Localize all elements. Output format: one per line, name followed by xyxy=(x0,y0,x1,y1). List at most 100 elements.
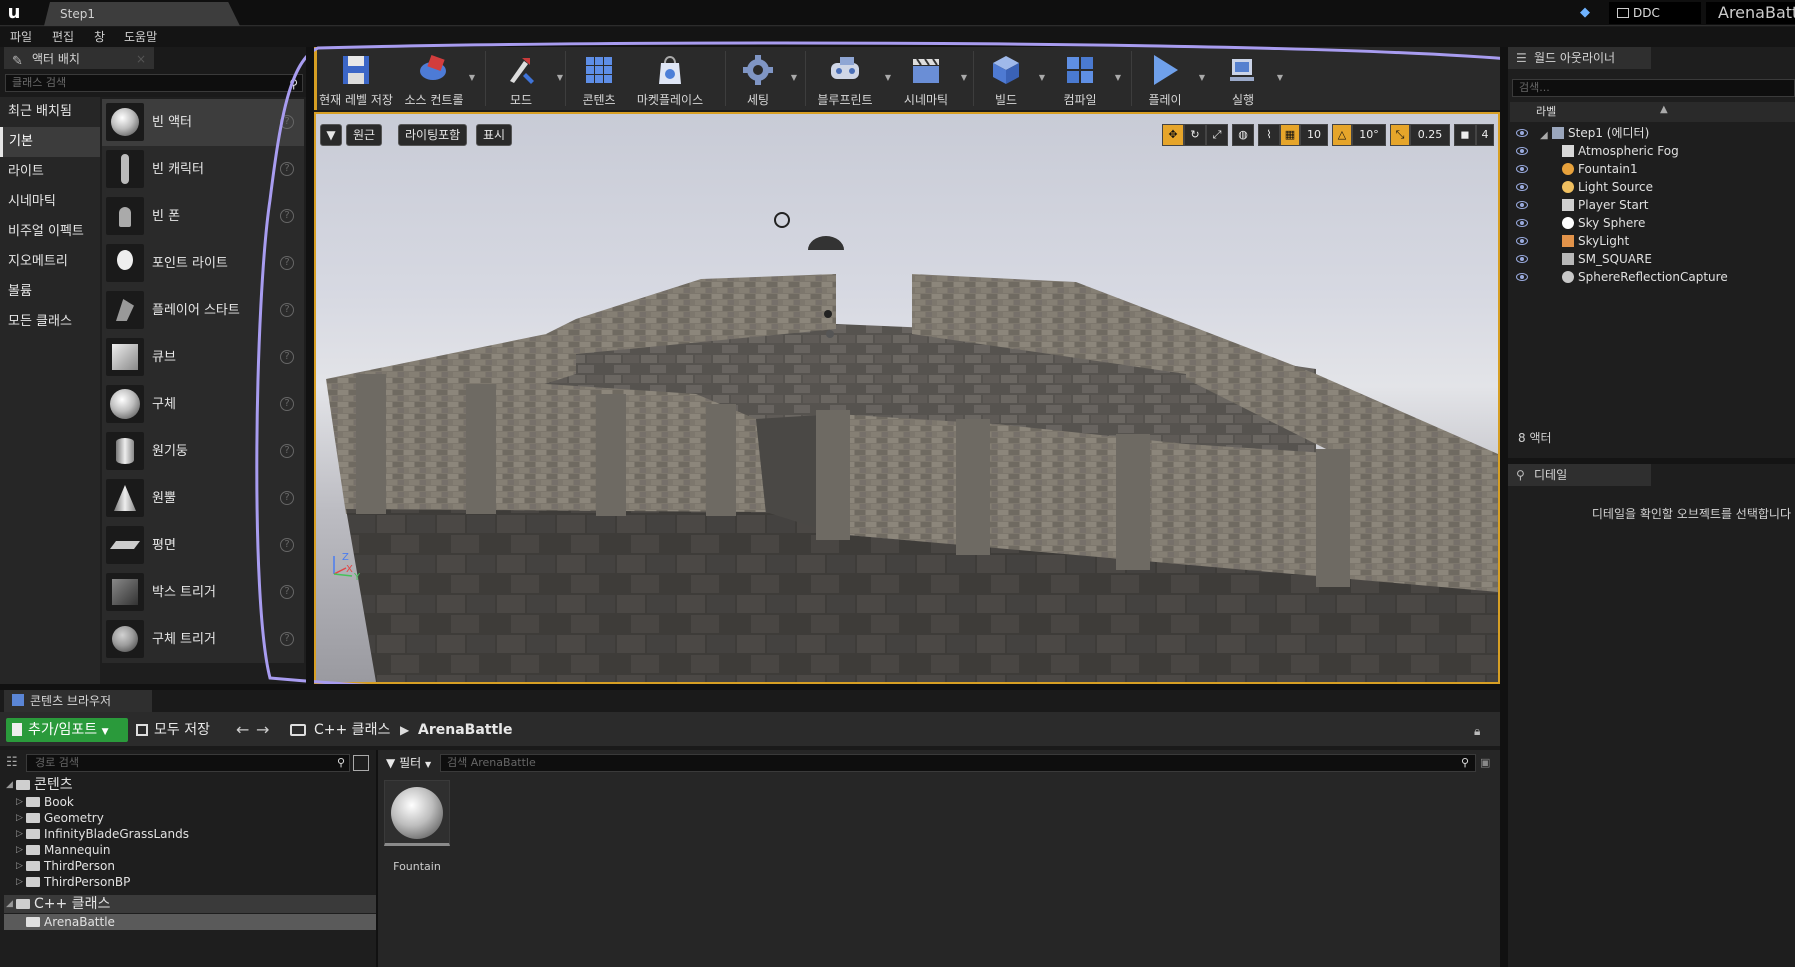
outliner-row[interactable]: Atmospheric Fog xyxy=(1510,142,1795,160)
folder-icon xyxy=(26,829,40,839)
expand-arrow-icon[interactable]: ▷ xyxy=(16,810,23,826)
filter-button[interactable]: ▼ 필터 ▼ xyxy=(386,754,431,772)
tree-item-folder[interactable]: ▷ Mannequin xyxy=(0,842,376,858)
tree-item-arenabattle[interactable]: ArenaBattle xyxy=(4,914,376,930)
tree-item-folder[interactable]: ▷ Geometry xyxy=(0,810,376,826)
outliner-search-input[interactable]: 검색... xyxy=(1512,79,1795,97)
chevron-down-icon: ▼ xyxy=(101,727,109,737)
breadcrumb-cpp-classes[interactable]: C++ 클래스 xyxy=(290,718,390,742)
forward-arrow-icon[interactable]: → xyxy=(256,720,269,739)
player-start-icon xyxy=(1562,199,1574,211)
details-search-icon: ⚲ xyxy=(1516,468,1525,482)
visibility-eye-icon[interactable] xyxy=(1516,183,1528,191)
asset-search-placeholder: 검색 ArenaBattle xyxy=(447,756,536,769)
outliner-row[interactable]: Sky Sphere xyxy=(1510,214,1795,232)
visibility-eye-icon[interactable] xyxy=(1516,273,1528,281)
folder-icon xyxy=(290,724,306,736)
actor-icon xyxy=(1562,163,1574,175)
save-search-icon[interactable]: ▣ xyxy=(1480,756,1490,769)
expand-arrow-icon[interactable]: ▷ xyxy=(16,858,23,874)
filter-label: 필터 xyxy=(399,756,422,770)
chevron-down-icon: ▼ xyxy=(424,760,432,769)
sky-light-icon xyxy=(1562,235,1574,247)
sun-light-icon xyxy=(1562,181,1574,193)
content-browser-toolbar xyxy=(0,712,1500,746)
tab-world-outliner[interactable]: ☰ 월드 아웃라이너 xyxy=(1508,47,1651,69)
tree-item-content[interactable]: ◢ 콘텐츠 xyxy=(0,776,376,794)
new-file-icon xyxy=(12,723,22,736)
search-icon: ⚲ xyxy=(336,756,345,769)
outliner-row[interactable]: ◢ Step1 (에디터) xyxy=(1510,124,1795,142)
folder-icon xyxy=(16,899,30,909)
outliner-row[interactable]: SM_SQUARE xyxy=(1510,250,1795,268)
save-all-button[interactable]: 모두 저장 xyxy=(134,718,210,742)
splitter-right[interactable] xyxy=(1500,47,1508,967)
folder-icon xyxy=(26,813,40,823)
crumb-label: C++ 클래스 xyxy=(314,722,391,738)
splitter-bottom[interactable] xyxy=(0,684,1500,690)
tab-details[interactable]: ⚲ 디테일 xyxy=(1508,464,1651,486)
reflection-capture-icon xyxy=(1562,271,1574,283)
view-options-icon[interactable] xyxy=(353,755,369,771)
sphere-icon xyxy=(1562,217,1574,229)
asset-tile[interactable] xyxy=(384,780,450,846)
splitter-left[interactable] xyxy=(306,47,314,687)
search-icon: ⚲ xyxy=(1460,756,1469,769)
filter-icon: ▼ xyxy=(386,756,396,770)
outliner-row[interactable]: Light Source xyxy=(1510,178,1795,196)
tree-item-cpp-classes[interactable]: ◢ C++ 클래스 xyxy=(4,895,376,913)
outliner-row[interactable]: Fountain1 xyxy=(1510,160,1795,178)
cpp-folder-icon xyxy=(26,917,40,927)
save-all-label: 모두 저장 xyxy=(154,722,210,738)
tab-label: 디테일 xyxy=(1534,468,1568,482)
back-arrow-icon[interactable]: ← xyxy=(236,720,249,739)
outliner-row[interactable]: SphereReflectionCapture xyxy=(1510,268,1795,286)
add-import-button[interactable]: 추가/임포트 ▼ xyxy=(6,718,128,742)
world-icon xyxy=(1552,127,1564,139)
visibility-eye-icon[interactable] xyxy=(1516,255,1528,263)
visibility-eye-icon[interactable] xyxy=(1516,237,1528,245)
asset-name: Fountain xyxy=(393,860,441,873)
tree-item-folder[interactable]: ▷ ThirdPersonBP xyxy=(0,874,376,890)
expand-arrow-icon[interactable]: ▷ xyxy=(16,842,23,858)
content-browser-icon xyxy=(12,694,24,706)
outliner-column-header[interactable]: 라벨 ▲ xyxy=(1510,102,1795,122)
breadcrumb-arenabattle[interactable]: ArenaBattle xyxy=(418,718,512,742)
breadcrumb-separator-icon: ▶ xyxy=(400,723,410,737)
sort-ascending-icon[interactable]: ▲ xyxy=(1660,100,1668,120)
tree-item-folder[interactable]: ▷ ThirdPerson xyxy=(0,858,376,874)
collapse-arrow-icon[interactable]: ◢ xyxy=(6,895,13,913)
outliner-row[interactable]: SkyLight xyxy=(1510,232,1795,250)
collapse-arrow-icon[interactable]: ◢ xyxy=(1540,127,1552,141)
static-mesh-icon xyxy=(1562,253,1574,265)
folder-icon xyxy=(26,877,40,887)
expand-arrow-icon[interactable]: ▷ xyxy=(16,794,23,810)
visibility-eye-icon[interactable] xyxy=(1516,165,1528,173)
visibility-eye-icon[interactable] xyxy=(1516,201,1528,209)
visibility-eye-icon[interactable] xyxy=(1516,147,1528,155)
atmospheric-fog-icon xyxy=(1562,145,1574,157)
sources-panel-icon[interactable]: ☷ xyxy=(6,755,22,771)
expand-arrow-icon[interactable]: ▷ xyxy=(16,826,23,842)
tab-content-browser[interactable]: 콘텐츠 브라우저 xyxy=(4,690,152,712)
tree-item-folder[interactable]: ▷ InfinityBladeGrassLands xyxy=(0,826,376,842)
collapse-arrow-icon[interactable]: ◢ xyxy=(6,776,13,794)
class-thumbnail-icon xyxy=(391,787,443,839)
visibility-eye-icon[interactable] xyxy=(1516,219,1528,227)
splitter-content[interactable] xyxy=(376,750,378,967)
folder-icon xyxy=(26,845,40,855)
folder-icon xyxy=(26,797,40,807)
asset-search-input[interactable]: 검색 ArenaBattle ⚲ xyxy=(440,754,1476,772)
folder-icon xyxy=(16,780,30,790)
lock-icon[interactable]: 🔒︎ xyxy=(1474,724,1480,739)
outliner-icon: ☰ xyxy=(1516,51,1527,65)
folder-icon xyxy=(26,861,40,871)
tree-item-folder[interactable]: ▷ Book xyxy=(0,794,376,810)
expand-arrow-icon[interactable]: ▷ xyxy=(16,874,23,890)
outliner-row[interactable]: Player Start xyxy=(1510,196,1795,214)
save-icon xyxy=(136,724,148,736)
tab-label: 콘텐츠 브라우저 xyxy=(30,694,112,708)
path-search-input[interactable]: 경로 검색 ⚲ xyxy=(26,754,350,772)
actor-count: 8 액터 xyxy=(1518,431,1552,445)
visibility-eye-icon[interactable] xyxy=(1516,129,1528,137)
